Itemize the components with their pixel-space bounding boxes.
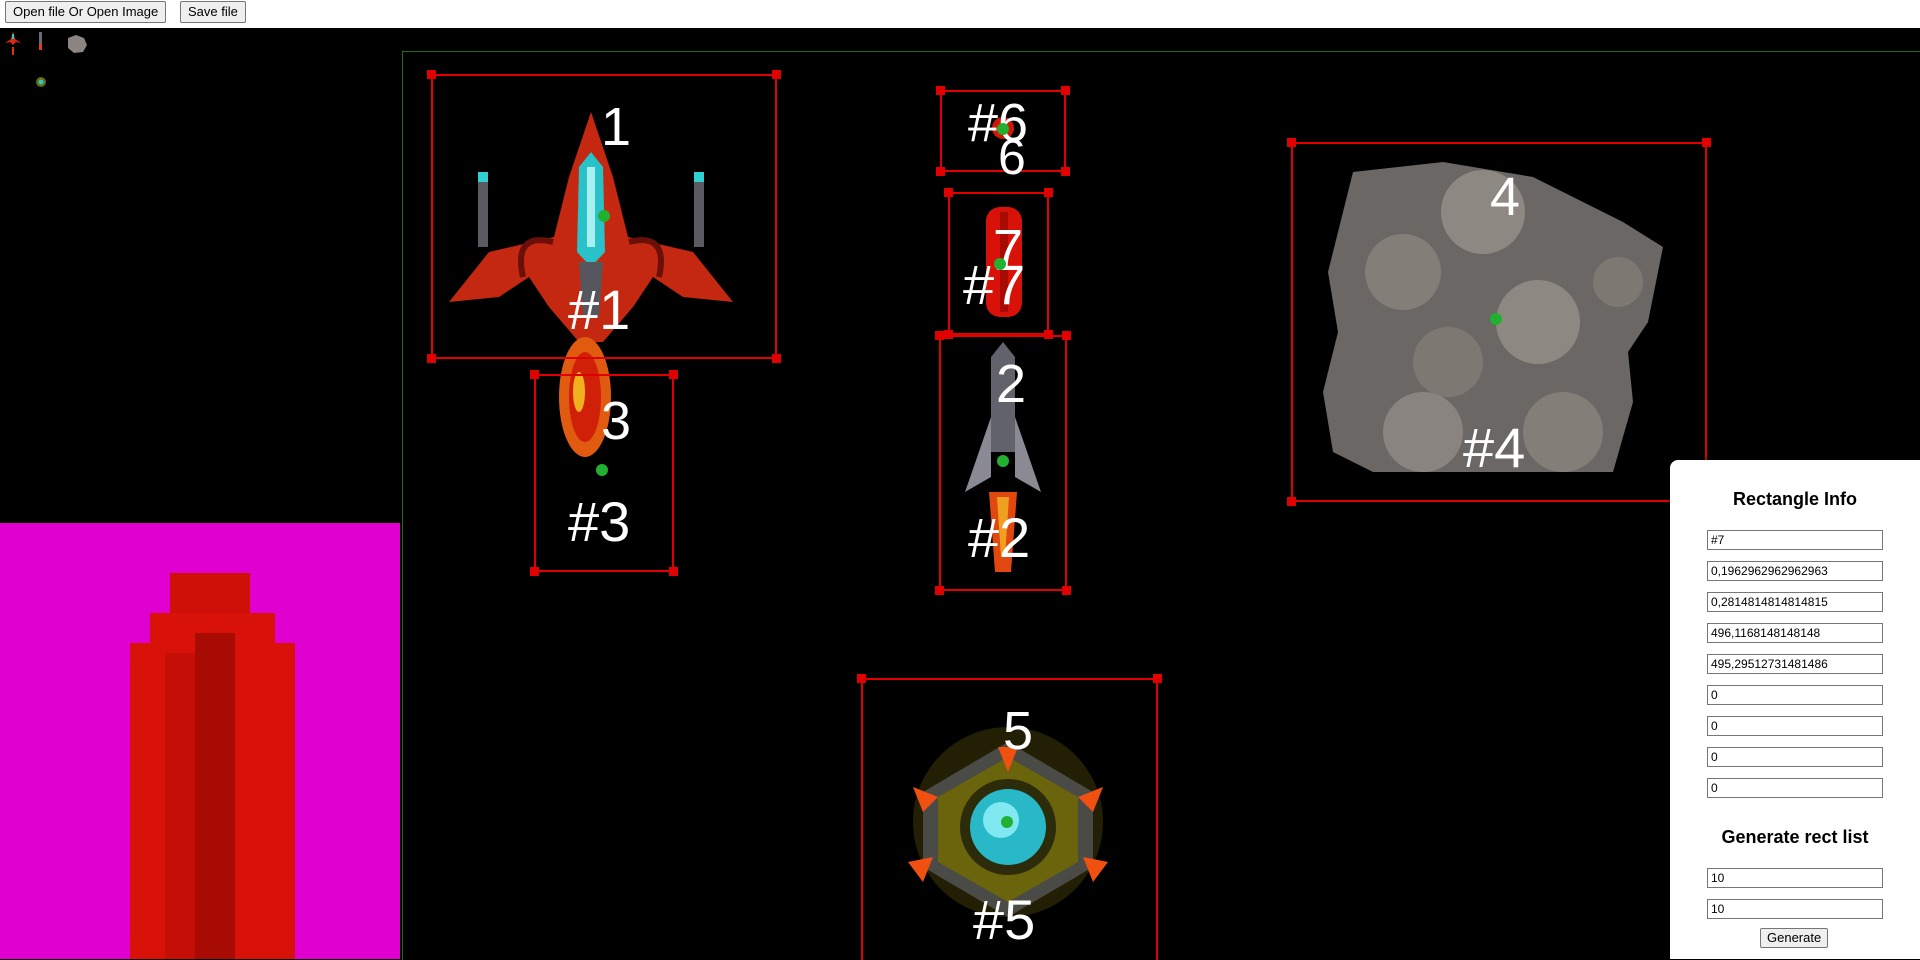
resize-handle[interactable] [1287, 138, 1296, 147]
rect-y-field[interactable] [1707, 592, 1883, 612]
resize-handle[interactable] [935, 331, 944, 340]
resize-handle[interactable] [530, 370, 539, 379]
resize-handle[interactable] [1062, 331, 1071, 340]
rect-x-field[interactable] [1707, 561, 1883, 581]
thumb-ship [5, 31, 21, 45]
generate-rows-field[interactable] [1707, 899, 1883, 919]
rect-index-label: 5 [1003, 701, 1034, 761]
resize-handle[interactable] [857, 674, 866, 683]
rect-border-right-field[interactable] [1707, 747, 1883, 767]
thumb-orb [36, 77, 46, 87]
resize-handle[interactable] [1153, 674, 1162, 683]
center-dot [1490, 313, 1502, 325]
thumb-fire [12, 47, 14, 55]
center-dot [997, 123, 1009, 135]
resize-handle[interactable] [1044, 188, 1053, 197]
rect-id-label: #1 [568, 278, 631, 341]
resize-handle[interactable] [427, 354, 436, 363]
rect-index-label: 2 [996, 354, 1027, 414]
thumb-rock [68, 35, 87, 53]
resize-handle[interactable] [1061, 86, 1070, 95]
rect-index-label: 1 [601, 97, 632, 157]
zoom-preview [0, 523, 400, 959]
generate-button[interactable]: Generate [1760, 928, 1829, 948]
rect-id-label: #3 [568, 490, 631, 553]
center-dot [598, 210, 610, 222]
resize-handle[interactable] [1287, 497, 1296, 506]
resize-handle[interactable] [944, 188, 953, 197]
generate-rect-list-title: Generate rect list [1721, 827, 1869, 847]
resize-handle[interactable] [935, 586, 944, 595]
center-dot [997, 455, 1009, 467]
resize-handle[interactable] [1062, 586, 1071, 595]
rectangle-info-panel: Rectangle Info Generate rect list Genera… [1670, 460, 1920, 959]
center-dot [994, 258, 1006, 270]
generate-columns-field[interactable] [1707, 868, 1883, 888]
resize-handle[interactable] [530, 567, 539, 576]
resize-handle[interactable] [669, 567, 678, 576]
center-dot [1001, 816, 1013, 828]
rect-id-label: #2 [968, 506, 1031, 569]
resize-handle[interactable] [1061, 167, 1070, 176]
rect-id-label: #4 [1463, 416, 1526, 479]
resize-handle[interactable] [427, 70, 436, 79]
rect-border-top-field[interactable] [1707, 716, 1883, 736]
rect-id-label: #6 [968, 93, 1029, 153]
thumb-rocket [39, 32, 42, 50]
rect-index-label: 4 [1490, 167, 1521, 227]
spritesheet-thumbnail[interactable] [0, 28, 100, 98]
zoomed-laser-bolt [130, 573, 295, 959]
toolbar: Open file Or Open Image Save file [0, 0, 1920, 28]
rect-name-field[interactable] [1707, 530, 1883, 550]
sprite-thumbnails [0, 28, 400, 523]
center-dot [596, 464, 608, 476]
resize-handle[interactable] [669, 370, 678, 379]
rect-id-label: #5 [973, 888, 1036, 951]
rect-width-field[interactable] [1707, 623, 1883, 643]
open-file-button[interactable]: Open file Or Open Image [5, 1, 167, 23]
rect-height-field[interactable] [1707, 654, 1883, 674]
rect-border-left-field[interactable] [1707, 685, 1883, 705]
rect-border-bottom-field[interactable] [1707, 778, 1883, 798]
rectangle-info-title: Rectangle Info [1732, 489, 1857, 509]
rect-index-label: 3 [601, 391, 632, 451]
save-file-button[interactable]: Save file [180, 1, 246, 23]
resize-handle[interactable] [1702, 138, 1711, 147]
resize-handle[interactable] [936, 86, 945, 95]
resize-handle[interactable] [772, 354, 781, 363]
resize-handle[interactable] [936, 167, 945, 176]
resize-handle[interactable] [772, 70, 781, 79]
